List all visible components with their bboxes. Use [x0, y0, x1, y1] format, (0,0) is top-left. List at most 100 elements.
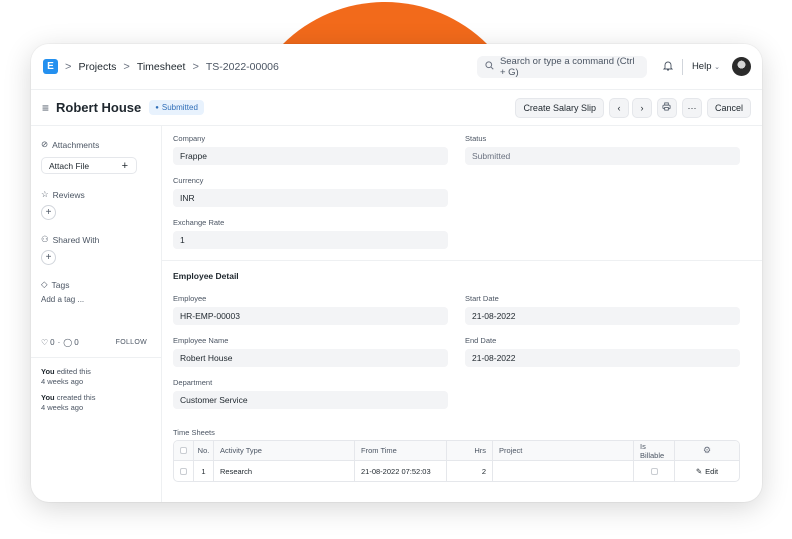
attachments-heading: ⊘ Attachments [41, 139, 100, 150]
breadcrumb-projects[interactable]: Projects [78, 61, 116, 73]
time-sheets-table: No. Activity Type From Time Hrs Project … [173, 440, 740, 482]
company-field[interactable]: Frappe [173, 147, 448, 165]
time-sheets-label: Time Sheets [173, 428, 215, 437]
column-settings-button[interactable]: ⚙ [675, 441, 739, 460]
top-navbar: E > Projects > Timesheet > TS-2022-00006… [31, 44, 762, 90]
avatar[interactable] [732, 57, 751, 76]
column-header: Is Billable [634, 441, 675, 460]
search-icon [485, 60, 494, 73]
users-icon: ⚇ [41, 234, 49, 244]
chevron-right-icon: > [65, 60, 72, 73]
plus-icon: + [121, 159, 128, 172]
likes-comments-row: ♡ 0 · ◯ 0 FOLLOW [41, 338, 147, 347]
heart-icon[interactable]: ♡ [41, 338, 48, 347]
attach-file-button[interactable]: Attach File + [41, 157, 137, 174]
page-title: Robert House [56, 100, 142, 115]
search-placeholder: Search or type a command (Ctrl + G) [499, 55, 635, 78]
follow-button[interactable]: FOLLOW [116, 339, 147, 346]
start-date-field[interactable]: 21-08-2022 [465, 307, 740, 325]
company-label: Company [173, 134, 206, 143]
column-header: From Time [355, 441, 447, 460]
chevron-right-icon: > [123, 60, 130, 73]
create-salary-slip-button[interactable]: Create Salary Slip [515, 97, 604, 118]
row-number: 1 [194, 461, 214, 481]
previous-doc-button[interactable]: ‹ [608, 97, 629, 118]
activity-item: You created this 4 weeks ago [41, 393, 96, 412]
table-row[interactable]: 1 Research 21-08-2022 07:52:03 2 ✎ Edit [174, 461, 739, 481]
star-icon: ☆ [41, 189, 49, 199]
tags-heading: ◇ Tags [41, 279, 70, 290]
plus-icon: + [45, 252, 52, 263]
table-header-row: No. Activity Type From Time Hrs Project … [174, 441, 739, 461]
bell-icon[interactable] [662, 60, 674, 74]
search-input[interactable]: Search or type a command (Ctrl + G) [476, 55, 647, 78]
breadcrumb-current-doc[interactable]: TS-2022-00006 [206, 61, 279, 73]
chevron-right-icon: › [640, 102, 644, 113]
page-head: ≡ Robert House ● Submitted Create Salary… [31, 90, 762, 126]
plus-icon: + [45, 207, 52, 218]
activity-item: You edited this 4 weeks ago [41, 367, 91, 386]
start-date-label: Start Date [465, 294, 499, 303]
edit-row-button[interactable]: ✎ Edit [675, 461, 739, 481]
checkbox-icon [180, 467, 187, 475]
shared-with-heading: ⚇ Shared With [41, 234, 100, 245]
breadcrumb-timesheet[interactable]: Timesheet [137, 61, 186, 73]
checkbox-icon [180, 447, 187, 454]
department-field[interactable]: Customer Service [173, 391, 448, 409]
status-dot-icon: ● [155, 104, 159, 111]
next-doc-button[interactable]: › [631, 97, 652, 118]
column-header: Activity Type [214, 441, 355, 460]
employee-detail-heading: Employee Detail [173, 271, 239, 281]
employee-field[interactable]: HR-EMP-00003 [173, 307, 448, 325]
more-actions-button[interactable]: ··· [681, 97, 702, 118]
sidebar-toggle-icon[interactable]: ≡ [42, 101, 49, 115]
sidebar-divider [31, 357, 162, 358]
cancel-button[interactable]: Cancel [706, 97, 751, 118]
end-date-label: End Date [465, 336, 497, 345]
comments-count: 0 [74, 338, 79, 347]
column-header: Hrs [447, 441, 493, 460]
employee-name-label: Employee Name [173, 336, 229, 345]
column-header: Project [493, 441, 634, 460]
chevron-down-icon: ⌄ [714, 64, 720, 71]
print-button[interactable] [656, 97, 677, 118]
select-all-checkbox[interactable] [174, 441, 194, 460]
help-menu[interactable]: Help ⌄ [692, 61, 720, 72]
end-date-field[interactable]: 21-08-2022 [465, 349, 740, 367]
add-tag-link[interactable]: Add a tag ... [41, 295, 153, 304]
printer-icon [662, 102, 671, 113]
hrs-cell[interactable]: 2 [447, 461, 493, 481]
likes-count: 0 [50, 338, 55, 347]
reviews-heading: ☆ Reviews [41, 189, 85, 200]
section-divider [162, 260, 762, 261]
tag-icon: ◇ [41, 279, 48, 289]
row-checkbox[interactable] [174, 461, 194, 481]
is-billable-checkbox[interactable] [634, 461, 675, 481]
add-review-button[interactable]: + [41, 205, 56, 220]
app-window: E > Projects > Timesheet > TS-2022-00006… [31, 44, 762, 502]
add-share-button[interactable]: + [41, 250, 56, 265]
employee-label: Employee [173, 294, 207, 303]
app-logo[interactable]: E [43, 59, 58, 74]
exchange-rate-field[interactable]: 1 [173, 231, 448, 249]
gear-icon: ⚙ [702, 445, 712, 455]
pencil-icon: ✎ [695, 466, 703, 476]
column-header: No. [194, 441, 214, 460]
exchange-rate-label: Exchange Rate [173, 218, 225, 227]
currency-field[interactable]: INR [173, 189, 448, 207]
paperclip-icon: ⊘ [41, 139, 49, 149]
status-badge: ● Submitted [149, 100, 204, 115]
activity-type-cell[interactable]: Research [214, 461, 355, 481]
comment-icon: ◯ [63, 338, 73, 347]
chevron-right-icon: > [192, 60, 199, 73]
employee-name-field[interactable]: Robert House [173, 349, 448, 367]
project-cell[interactable] [493, 461, 634, 481]
form-sidebar: ⊘ Attachments Attach File + ☆ Reviews + … [31, 126, 162, 502]
currency-label: Currency [173, 176, 204, 185]
status-label: Status [465, 134, 487, 143]
status-field: Submitted [465, 147, 740, 165]
navbar-divider [681, 58, 683, 75]
from-time-cell[interactable]: 21-08-2022 07:52:03 [355, 461, 447, 481]
department-label: Department [173, 378, 213, 387]
chevron-left-icon: ‹ [617, 102, 621, 113]
